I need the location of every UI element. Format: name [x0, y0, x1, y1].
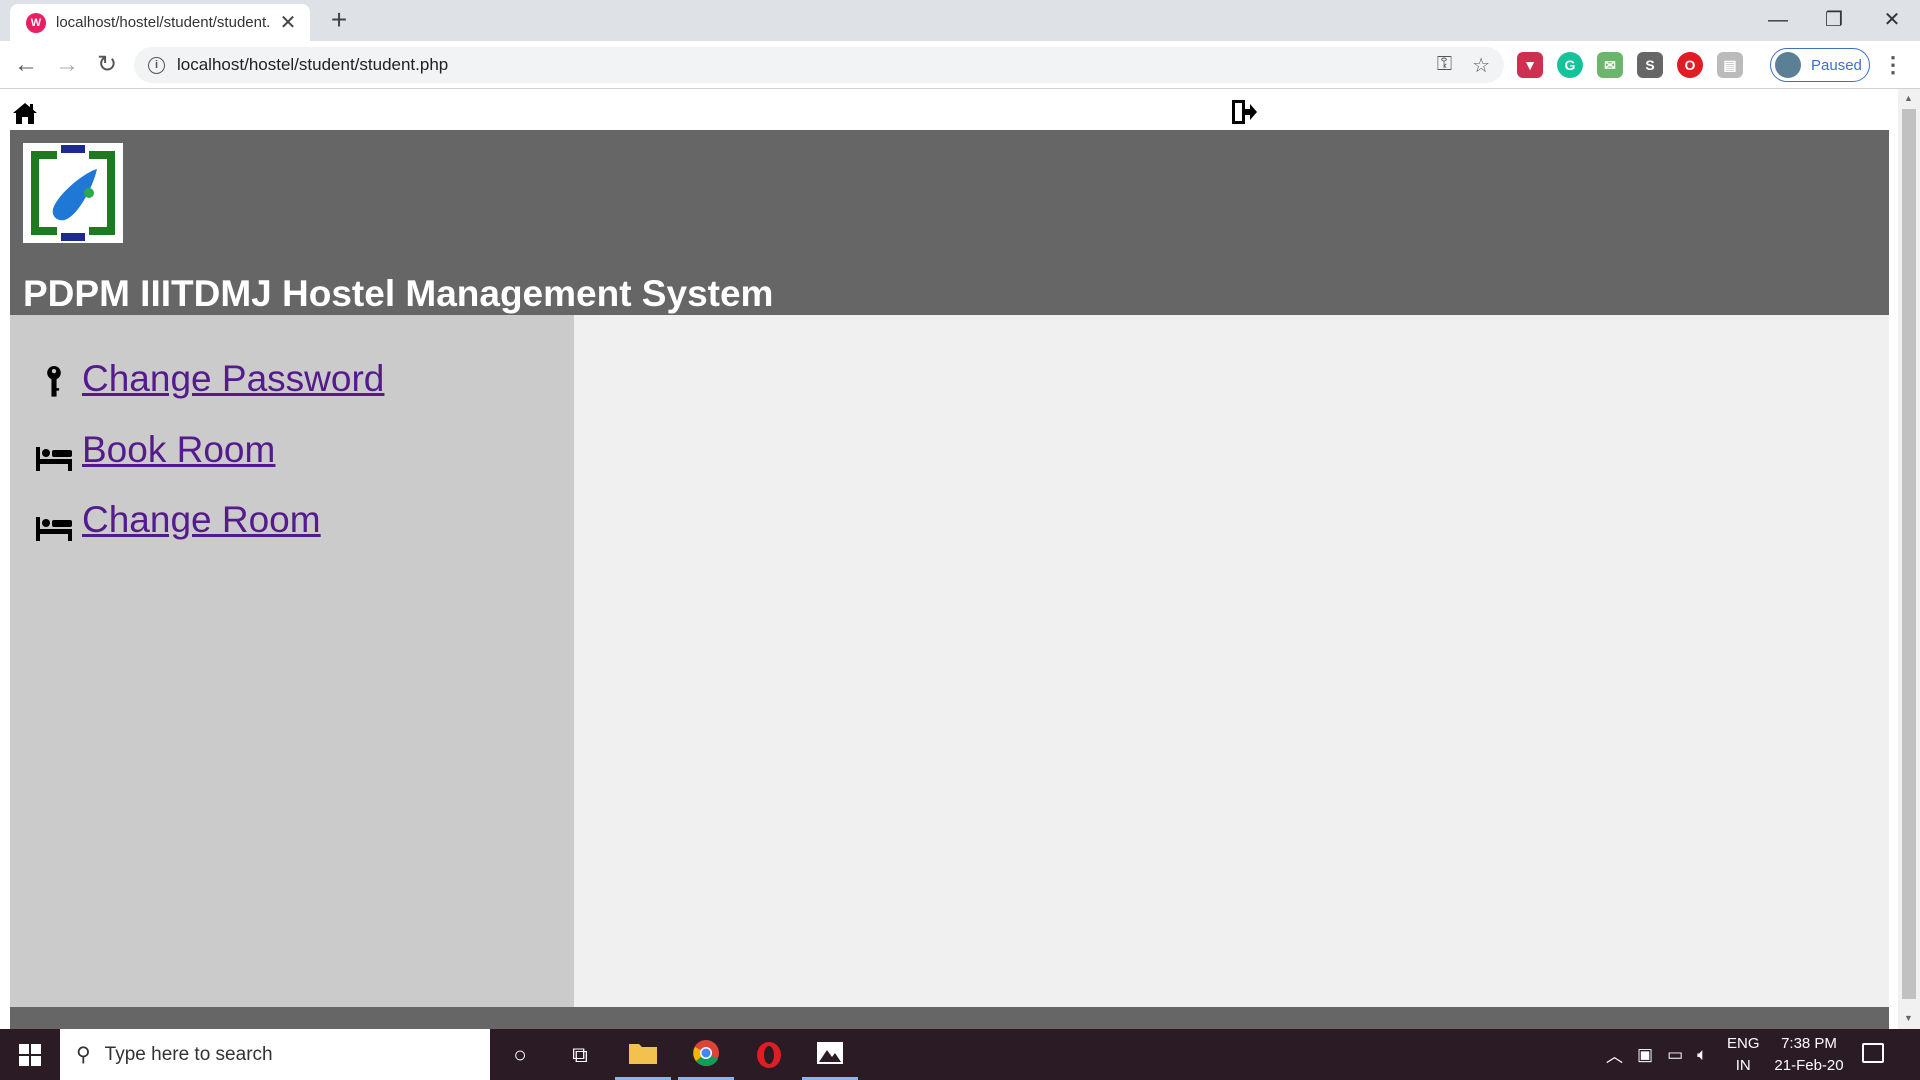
task-view-icon[interactable]: ⧉: [552, 1029, 608, 1080]
key-icon: [47, 366, 61, 397]
close-window-button[interactable]: ✕: [1866, 4, 1918, 36]
reload-button[interactable]: ↻: [91, 49, 123, 81]
new-tab-button[interactable]: +: [324, 6, 354, 36]
site-info-icon[interactable]: i: [148, 56, 165, 74]
home-icon[interactable]: [12, 101, 38, 125]
sidebar-item-change-password[interactable]: Change Password: [36, 358, 384, 400]
scroll-up-icon[interactable]: ▲: [1904, 93, 1913, 103]
notification-icon[interactable]: [1862, 1043, 1884, 1063]
browser-toolbar: ← → ↻ i localhost/hostel/student/student…: [0, 41, 1920, 89]
page-title: PDPM IIITDMJ Hostel Management System: [23, 273, 774, 314]
sidebar: Change Password Book Room Change Room: [10, 315, 574, 1007]
main-content: [574, 315, 1889, 1007]
file-explorer-icon[interactable]: [615, 1029, 671, 1080]
bed-icon: [36, 447, 72, 471]
photos-icon[interactable]: [802, 1029, 858, 1080]
browser-menu-icon[interactable]: ⋮: [1882, 52, 1904, 78]
logo: [23, 143, 123, 243]
top-nav: [0, 89, 1888, 130]
lang-line2: IN: [1735, 1056, 1751, 1074]
start-button[interactable]: [0, 1029, 60, 1080]
opera-icon[interactable]: O: [1677, 52, 1703, 78]
browser-tab[interactable]: W localhost/hostel/student/student.php ✕: [10, 4, 310, 41]
search-placeholder: Type here to search: [104, 1043, 273, 1065]
taskbar-search-input[interactable]: ⚲ Type here to search: [60, 1029, 490, 1080]
battery-icon[interactable]: ▭: [1667, 1045, 1683, 1065]
sidebar-item-label[interactable]: Change Password: [72, 358, 384, 400]
forward-button[interactable]: →: [51, 49, 83, 81]
chrome-icon[interactable]: [678, 1029, 734, 1080]
system-tray: ︿ ▣ ▭ 🔈︎: [1606, 1029, 1707, 1080]
scroll-down-icon[interactable]: ▼: [1904, 1013, 1913, 1023]
cortana-icon[interactable]: ○: [492, 1029, 548, 1080]
browser-tab-strip: W localhost/hostel/student/student.php ✕…: [0, 0, 1920, 41]
key-icon[interactable]: ⚿: [1437, 53, 1452, 78]
back-button[interactable]: ←: [10, 49, 42, 81]
profile-label: Paused: [1811, 56, 1862, 74]
sidebar-item-label[interactable]: Book Room: [72, 429, 275, 471]
sidebar-item-change-room[interactable]: Change Room: [36, 499, 321, 541]
clock-date: 21-Feb-20: [1774, 1056, 1844, 1074]
site-footer: [10, 1007, 1889, 1029]
sidebar-item-label[interactable]: Change Room: [72, 499, 321, 541]
minimize-button[interactable]: —: [1752, 4, 1804, 36]
sidebar-item-book-room[interactable]: Book Room: [36, 429, 275, 471]
lang-line1: ENG: [1727, 1034, 1760, 1052]
logout-icon[interactable]: [1230, 99, 1258, 125]
page: PDPM IIITDMJ Hostel Management System Ch…: [0, 89, 1920, 1029]
taskbar: ⚲ Type here to search ○ ⧉ ︿ ▣ ▭ 🔈︎ ENG I…: [0, 1029, 1920, 1080]
wamp-icon: W: [26, 12, 46, 33]
image-icon: [817, 1042, 843, 1064]
opera-logo-icon: [757, 1041, 781, 1068]
star-icon[interactable]: ☆: [1472, 53, 1490, 78]
avatar: [1775, 52, 1801, 78]
profile-button[interactable]: Paused: [1770, 48, 1870, 82]
url-text[interactable]: localhost/hostel/student/student.php: [177, 55, 448, 75]
clock[interactable]: 7:38 PM 21-Feb-20: [1774, 1029, 1844, 1080]
language-indicator[interactable]: ENG IN: [1727, 1029, 1760, 1080]
chrome-logo-icon: [693, 1040, 719, 1067]
scrollbar-thumb[interactable]: [1902, 109, 1916, 999]
scrollbar[interactable]: ▲ ▼: [1898, 89, 1920, 1029]
site-header: PDPM IIITDMJ Hostel Management System: [10, 130, 1889, 315]
network-icon[interactable]: ▣: [1637, 1045, 1653, 1065]
tab-close-icon[interactable]: ✕: [278, 10, 298, 35]
docs-icon[interactable]: ▤: [1717, 52, 1743, 78]
mail-icon[interactable]: ✉: [1597, 52, 1623, 78]
grammarly-icon[interactable]: G: [1557, 52, 1583, 78]
tab-title: localhost/hostel/student/student.php: [56, 14, 270, 31]
clock-time: 7:38 PM: [1781, 1034, 1837, 1052]
search-icon: ⚲: [76, 1044, 91, 1066]
maximize-button[interactable]: ❐: [1808, 4, 1860, 36]
windows-icon: [19, 1043, 41, 1066]
pocket-icon[interactable]: ▼: [1517, 52, 1543, 78]
chevron-up-icon[interactable]: ︿: [1606, 1042, 1623, 1067]
folder-icon: [629, 1044, 657, 1064]
s-icon[interactable]: S: [1637, 52, 1663, 78]
volume-icon[interactable]: 🔈︎: [1697, 1045, 1707, 1065]
address-bar[interactable]: i localhost/hostel/student/student.php ⚿…: [134, 47, 1504, 83]
bed-icon: [36, 517, 72, 541]
opera-taskbar-icon[interactable]: [741, 1029, 797, 1080]
